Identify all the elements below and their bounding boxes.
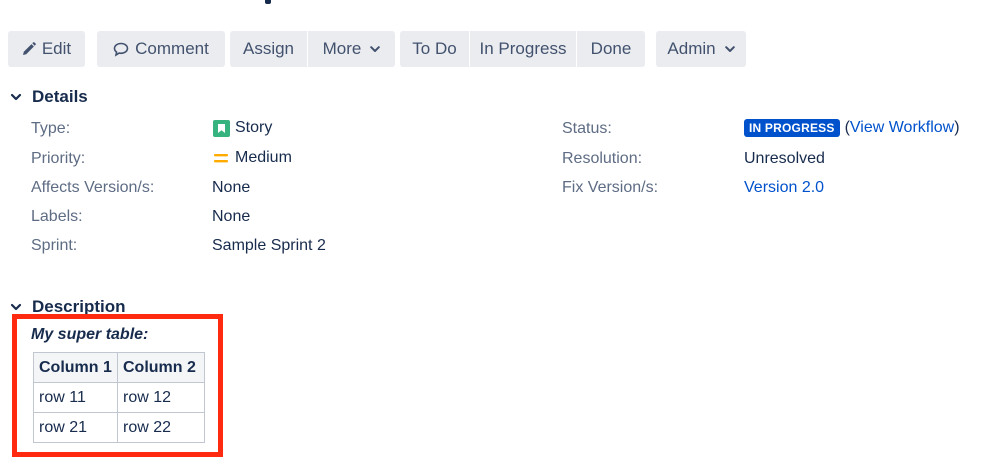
admin-button[interactable]: Admin <box>656 31 746 67</box>
view-workflow-link[interactable]: View Workflow <box>850 119 954 137</box>
done-button[interactable]: Done <box>577 31 645 67</box>
bookmark-icon <box>213 119 230 137</box>
chevron-down-icon <box>724 45 735 53</box>
more-button[interactable]: More <box>308 31 395 67</box>
status-value: IN PROGRESS (View Workflow) <box>744 119 960 137</box>
table-header-cell: Column 2 <box>117 352 205 383</box>
resolution-label: Resolution: <box>562 150 643 167</box>
fix-version-link[interactable]: Version 2.0 <box>744 179 824 197</box>
speech-bubble-icon <box>113 42 129 57</box>
table-cell: row 22 <box>117 412 205 443</box>
sprint-label: Sprint: <box>31 237 78 254</box>
status-label: Status: <box>562 120 612 137</box>
chevron-down-icon <box>9 90 23 104</box>
labels-value: None <box>212 208 251 225</box>
priority-value: Medium <box>213 149 292 167</box>
table-row: row 21 row 22 <box>33 412 205 443</box>
edit-button[interactable]: Edit <box>8 31 85 67</box>
comment-button[interactable]: Comment <box>97 31 225 67</box>
priority-label: Priority: <box>31 150 86 167</box>
comment-label: Comment <box>135 39 209 58</box>
table-row: row 11 row 12 <box>33 382 205 413</box>
truncated-title-glyph <box>265 0 271 4</box>
in-progress-label: In Progress <box>479 39 567 58</box>
table-cell: row 21 <box>33 412 118 443</box>
table-header-cell: Column 1 <box>33 352 118 383</box>
chevron-down-icon <box>370 45 381 53</box>
table-cell: row 11 <box>33 382 118 413</box>
type-label: Type: <box>31 120 71 137</box>
sprint-value[interactable]: Sample Sprint 2 <box>212 237 326 255</box>
affects-version-value: None <box>212 179 251 196</box>
table-cell: row 12 <box>117 382 205 413</box>
more-label: More <box>322 39 362 58</box>
priority-text: Medium <box>235 149 292 166</box>
equals-icon <box>213 150 229 166</box>
table-caption: My super table: <box>31 326 149 343</box>
done-label: Done <box>590 39 632 58</box>
labels-label: Labels: <box>31 208 83 225</box>
resolution-value: Unresolved <box>744 150 825 167</box>
description-table: Column 1 Column 2 row 11 row 12 row 21 r… <box>33 352 205 443</box>
pencil-icon <box>22 42 36 56</box>
assign-button[interactable]: Assign <box>230 31 307 67</box>
todo-button[interactable]: To Do <box>400 31 469 67</box>
type-text: Story <box>235 119 273 136</box>
details-section-toggle[interactable]: Details <box>9 87 88 107</box>
affects-version-label: Affects Version/s: <box>31 179 155 196</box>
todo-label: To Do <box>412 39 457 58</box>
admin-label: Admin <box>667 39 716 58</box>
table-header-row: Column 1 Column 2 <box>33 352 205 383</box>
assign-label: Assign <box>242 39 295 58</box>
status-badge: IN PROGRESS <box>744 119 840 137</box>
in-progress-button[interactable]: In Progress <box>470 31 576 67</box>
fix-version-label: Fix Version/s: <box>562 179 659 196</box>
edit-label: Edit <box>41 39 72 58</box>
workflow-paren-close: ) <box>954 119 960 136</box>
details-heading: Details <box>32 87 88 106</box>
type-value: Story <box>213 119 272 137</box>
chevron-down-icon <box>9 300 23 314</box>
